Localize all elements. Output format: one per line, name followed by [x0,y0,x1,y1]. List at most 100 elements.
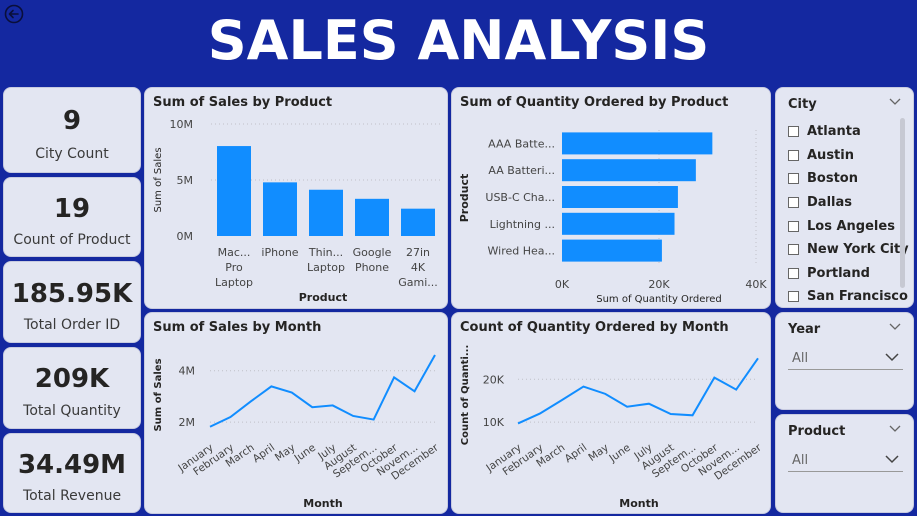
y-tick-label: 10M [170,118,194,131]
chevron-down-icon[interactable] [885,455,899,464]
checkbox[interactable] [788,173,799,185]
y-tick-label: AA Batteri... [488,164,555,177]
year-dropdown[interactable]: All [788,345,903,370]
x-axis-title: Product [299,291,348,304]
quantity-by-month-chart[interactable]: 10K20KJanuaryFebruaryMarchAprilMayJune Ju… [452,313,772,515]
data-point[interactable] [228,415,233,420]
chevron-down-icon[interactable] [889,323,901,331]
sales-by-month-chart[interactable]: 2M4MJanuaryFebruaryMarchAprilMayJuneJuly… [145,313,449,515]
data-point[interactable] [433,353,438,358]
chevron-down-icon[interactable] [885,353,899,362]
x-tick-label: Thin... [308,246,343,259]
y-tick-label: 20K [483,373,505,386]
city-option[interactable]: Los Angeles [788,214,909,238]
city-option[interactable]: New York City [788,238,909,262]
x-tick-label: 27in [406,246,430,259]
data-point[interactable] [516,421,521,426]
x-tick-label: May [586,442,611,464]
data-point[interactable] [581,384,586,389]
kpi-value: 34.49M [17,450,127,480]
data-point[interactable] [537,411,542,416]
data-point[interactable] [310,405,315,410]
bar[interactable] [355,198,389,236]
city-option[interactable]: Portland [788,262,909,286]
city-option[interactable]: Boston [788,167,909,191]
x-tick-label: 0K [555,278,570,291]
data-point[interactable] [690,413,695,418]
data-point[interactable] [756,356,761,361]
chart-card-quantity-by-product[interactable]: Sum of Quantity Ordered by Product 0K 20K… [451,87,771,309]
y-axis-title: Product [458,174,471,223]
city-option-label: Boston [807,171,858,187]
city-slicer: City Atlanta Austin Boston Dallas Los An… [775,87,914,308]
slicer-title: Product [788,424,846,439]
data-point[interactable] [559,398,564,403]
kpi-card-count-of-product: 19 Count of Product [3,177,141,257]
x-tick-label: June [292,442,318,466]
city-option-label: Los Angeles [807,218,895,234]
city-option-label: San Francisco [807,289,908,305]
slicer-title: Year [788,322,821,337]
checkbox[interactable] [788,126,799,138]
data-point[interactable] [734,387,739,392]
city-option[interactable]: Austin [788,144,909,168]
data-point[interactable] [392,375,397,380]
data-point[interactable] [248,399,253,404]
bar[interactable] [562,159,696,182]
quantity-by-product-chart[interactable]: 0K 20K 40K AAA Batte... AA Batteri... USB-C C… [452,88,772,310]
kpi-label: Total Quantity [23,403,121,419]
checkbox[interactable] [788,220,799,232]
bar[interactable] [263,182,297,236]
data-point[interactable] [269,384,274,389]
chevron-down-icon[interactable] [889,425,901,433]
data-point[interactable] [208,424,213,429]
kpi-label: Total Order ID [23,317,121,333]
chart-card-sales-by-month[interactable]: Sum of Sales by Month 2M 4M January Februar… [144,312,448,514]
y-tick-label: 10K [483,416,505,429]
city-option[interactable]: San Francisco [788,285,909,309]
checkbox[interactable] [788,197,799,209]
data-point[interactable] [412,389,417,394]
scrollbar[interactable] [900,118,905,288]
bar[interactable] [562,212,675,235]
kpi-value: 209K [34,364,110,394]
data-point[interactable] [330,403,335,408]
data-point[interactable] [289,390,294,395]
data-point[interactable] [712,375,717,380]
data-point[interactable] [371,417,376,422]
x-tick-label: June [606,442,632,466]
bar[interactable] [401,208,435,236]
bar[interactable] [562,132,713,155]
city-option[interactable]: Dallas [788,191,909,215]
checkbox[interactable] [788,244,799,256]
page-title: SALES ANALYSIS [207,9,710,72]
city-option-label: Portland [807,265,870,281]
city-option-label: New York City [807,242,909,258]
bar[interactable] [217,146,251,236]
data-point[interactable] [668,412,673,417]
year-slicer: Year All [775,312,914,410]
checkbox[interactable] [788,291,799,303]
data-point[interactable] [603,391,608,396]
chart-card-sales-by-product[interactable]: Sum of Sales by Product 0M 5M 10M Mac... Pro… [144,87,448,309]
sales-by-product-chart[interactable]: 0M 5M 10M Mac... Pro Laptop iPhone Thin... Lapto… [145,88,449,310]
kpi-label: City Count [35,146,109,162]
data-point[interactable] [351,413,356,418]
chevron-down-icon[interactable] [889,98,901,106]
chart-card-quantity-by-month[interactable]: Count of Quantity Ordered by Month 10K 20… [451,312,771,514]
y-tick-label: 5M [177,174,194,187]
bar[interactable] [309,189,343,236]
y-axis-title: Count of Quanti... [460,345,471,446]
city-option[interactable]: Atlanta [788,120,909,144]
x-tick-label: Laptop [307,261,345,274]
x-tick-label: 40K [745,278,767,291]
checkbox[interactable] [788,267,799,279]
bar[interactable] [562,239,662,262]
checkbox[interactable] [788,149,799,161]
product-dropdown[interactable]: All [788,447,903,472]
kpi-card-total-order-id: 185.95K Total Order ID [3,261,141,343]
x-tick-label: April [563,442,590,466]
data-point[interactable] [625,404,630,409]
bar[interactable] [562,186,678,208]
data-point[interactable] [646,401,651,406]
